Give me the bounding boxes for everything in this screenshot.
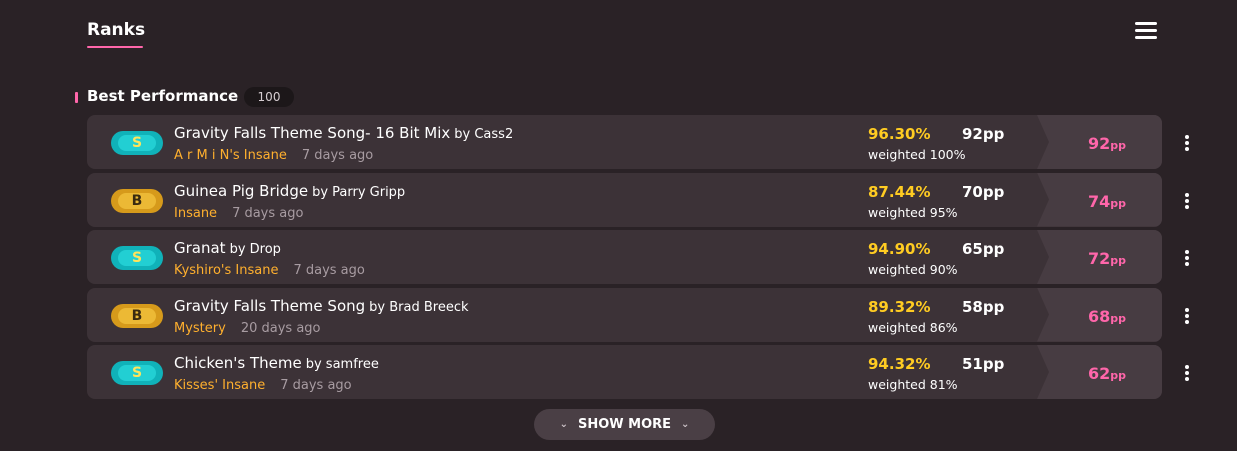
show-more-label: SHOW MORE (577, 417, 672, 432)
weighted-pp-unit: pp (1110, 254, 1126, 267)
weighted-pp: 68pp (1088, 307, 1126, 326)
raw-pp: 65pp (962, 240, 1005, 258)
weighted-pp: 74pp (1088, 192, 1126, 211)
show-more-button[interactable]: ⌄ SHOW MORE ⌄ (534, 409, 715, 440)
weighted-pp-value: 92 (1087, 134, 1111, 153)
rank-badge: S (111, 361, 163, 385)
beatmap-title: Chicken's Theme (174, 354, 302, 372)
raw-pp: 58pp (962, 297, 1005, 316)
count-badge: 100 (244, 87, 294, 107)
beatmap-artist: by Cass2 (454, 127, 514, 142)
rank-badge: S (111, 246, 163, 270)
row-more-options-icon[interactable] (1183, 250, 1191, 266)
score-row[interactable]: S Chicken's Theme by samfree Kisses' Insa… (87, 345, 1189, 399)
raw-pp: 70pp (962, 182, 1005, 201)
rank-badge: B (111, 188, 163, 213)
beatmap-sub-line: A r M i N's Insane 7 days ago (174, 148, 373, 163)
weighted-pp-unit: pp (1110, 196, 1126, 210)
weighted-pp-panel: 74pp (1037, 172, 1162, 227)
beatmap-title-line[interactable]: Gravity Falls Theme Song- 16 Bit Mix by C… (174, 124, 513, 142)
tab-active-indicator (87, 46, 143, 48)
weighted-pp: 92pp (1088, 134, 1126, 153)
beatmap-title: Granat (174, 239, 226, 257)
weighted-pp-panel: 62pp (1037, 345, 1162, 399)
rank-letter: S (118, 365, 156, 381)
row-more-options-icon[interactable] (1183, 135, 1191, 151)
weighted-pp-unit: pp (1110, 139, 1126, 152)
accuracy: 89.32% (868, 297, 931, 316)
weighted-pp-panel: 92pp (1037, 115, 1162, 169)
score-row[interactable]: B Guinea Pig Bridge by Parry Gripp Insane… (87, 172, 1189, 227)
row-more-options-icon[interactable] (1183, 365, 1191, 381)
time-ago: 20 days ago (240, 320, 321, 336)
row-more-options-icon[interactable] (1183, 307, 1191, 324)
beatmap-artist: by Drop (229, 242, 281, 257)
weighted-pp-value: 62 (1087, 364, 1111, 383)
beatmap-sub-line: Mystery 20 days ago (174, 321, 321, 336)
weighted-percent: weighted 95% (868, 204, 958, 220)
beatmap-title-line[interactable]: Chicken's Theme by samfree (174, 354, 379, 372)
row-more-options-icon[interactable] (1183, 192, 1191, 209)
beatmap-title-line[interactable]: Granat by Drop (174, 239, 281, 257)
accuracy: 87.44% (868, 182, 931, 201)
score-row[interactable]: S Granat by Drop Kyshiro's Insane 7 days a… (87, 230, 1189, 284)
beatmap-sub-line: Insane 7 days ago (174, 206, 303, 221)
beatmap-version: Kisses' Insane (174, 378, 266, 393)
rank-letter: B (118, 192, 156, 209)
weighted-pp-value: 72 (1087, 249, 1111, 268)
score-list: S Gravity Falls Theme Song- 16 Bit Mix by… (87, 115, 1207, 403)
beatmap-sub-line: Kyshiro's Insane 7 days ago (174, 263, 365, 278)
accuracy: 94.32% (868, 355, 931, 373)
weighted-percent: weighted 100% (868, 147, 966, 162)
weighted-percent: weighted 81% (868, 377, 958, 392)
chevron-down-icon: ⌄ (559, 419, 568, 430)
raw-pp: 92pp (962, 125, 1005, 143)
hamburger-menu-icon[interactable] (1135, 22, 1159, 42)
weighted-pp: 62pp (1088, 364, 1126, 383)
weighted-pp: 72pp (1088, 249, 1126, 268)
beatmap-version: Insane (174, 205, 218, 221)
beatmap-version: A r M i N's Insane (174, 148, 287, 163)
section-title: Best Performance (87, 87, 239, 105)
beatmap-title-line[interactable]: Guinea Pig Bridge by Parry Gripp (174, 182, 405, 200)
beatmap-version: Kyshiro's Insane (174, 263, 279, 278)
accuracy: 94.90% (868, 240, 931, 258)
beatmap-title-line[interactable]: Gravity Falls Theme Song by Brad Breeck (174, 297, 469, 315)
beatmap-version: Mystery (174, 320, 226, 336)
beatmap-artist: by samfree (305, 357, 379, 372)
rank-letter: S (118, 135, 156, 151)
weighted-percent: weighted 90% (868, 262, 958, 277)
beatmap-sub-line: Kisses' Insane 7 days ago (174, 378, 352, 393)
rank-badge: B (111, 303, 163, 328)
time-ago: 7 days ago (232, 205, 304, 221)
beatmap-title: Gravity Falls Theme Song- 16 Bit Mix (174, 124, 451, 142)
tab-ranks[interactable]: Ranks (87, 20, 145, 40)
score-row[interactable]: S Gravity Falls Theme Song- 16 Bit Mix by… (87, 115, 1189, 169)
rank-letter: S (118, 250, 156, 266)
time-ago: 7 days ago (301, 148, 374, 163)
rank-badge: S (111, 131, 163, 155)
time-ago: 7 days ago (280, 378, 352, 393)
weighted-pp-unit: pp (1110, 369, 1126, 382)
weighted-pp-panel: 68pp (1037, 287, 1162, 342)
beatmap-artist: by Brad Breeck (369, 299, 469, 315)
weighted-pp-unit: pp (1110, 311, 1126, 325)
weighted-pp-value: 68 (1087, 306, 1111, 326)
weighted-pp-panel: 72pp (1037, 230, 1162, 284)
weighted-pp-value: 74 (1087, 191, 1111, 211)
weighted-percent: weighted 86% (868, 319, 958, 335)
score-row[interactable]: B Gravity Falls Theme Song by Brad Breeck… (87, 287, 1189, 342)
beatmap-artist: by Parry Gripp (312, 184, 406, 200)
time-ago: 7 days ago (293, 263, 365, 278)
chevron-down-icon: ⌄ (681, 419, 690, 430)
accuracy: 96.30% (868, 125, 931, 143)
ranks-page: Ranks Best Performance 100 S Gravity Fal… (0, 0, 1237, 451)
rank-letter: B (118, 307, 156, 324)
raw-pp: 51pp (962, 355, 1005, 373)
section-accent-bar (75, 92, 78, 103)
beatmap-title: Gravity Falls Theme Song (174, 296, 366, 315)
beatmap-title: Guinea Pig Bridge (174, 181, 309, 200)
